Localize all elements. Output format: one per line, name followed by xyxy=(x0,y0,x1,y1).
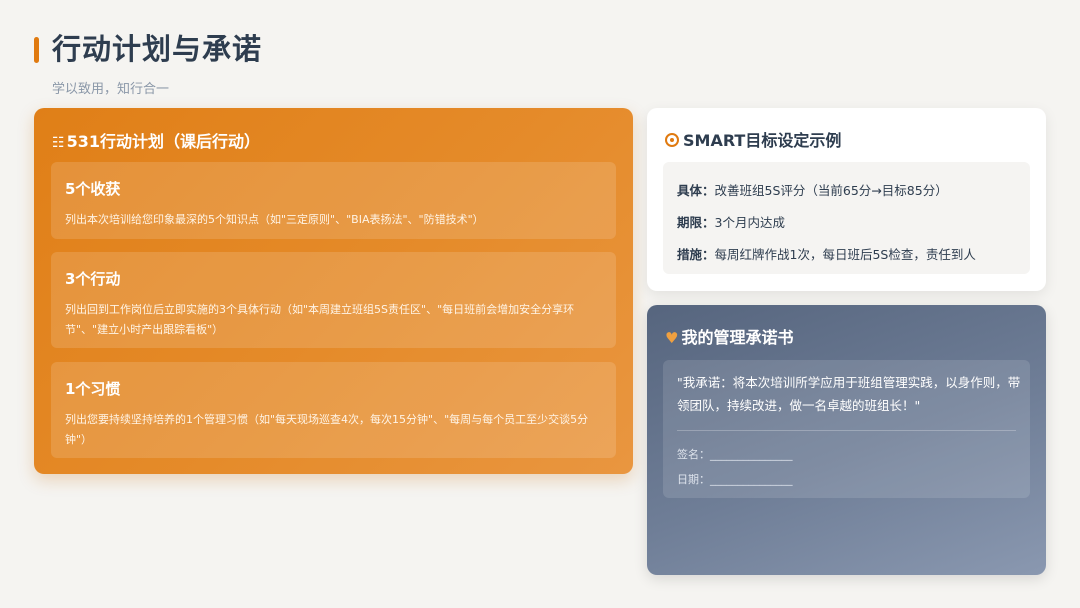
smart-row-label: 期限： xyxy=(677,215,715,230)
target-icon xyxy=(665,133,679,147)
list-icon: ☷ xyxy=(52,135,65,151)
plan-item-habit: 1个习惯 列出您要持续坚持培养的1个管理习惯（如"每天现场巡查4次，每次15分钟… xyxy=(51,362,616,458)
date-blank[interactable]: _______________ xyxy=(710,473,793,486)
signature-label: 签名： xyxy=(677,448,710,461)
smart-row-value: 每周红牌作战1次，每日班后5S检查，责任到人 xyxy=(714,247,976,262)
page-title: 行动计划与承诺 xyxy=(52,32,263,66)
page-subtitle: 学以致用，知行合一 xyxy=(52,82,170,97)
hand-heart-icon: ♥ xyxy=(665,329,679,347)
action-plan-title: 531行动计划（课后行动） xyxy=(66,132,260,151)
plan-item-desc: 列出您要持续坚持培养的1个管理习惯（如"每天现场巡查4次，每次15分钟"、"每周… xyxy=(65,413,589,446)
plan-item-desc: 列出回到工作岗位后立即实施的3个具体行动（如"本周建立班组5S责任区"、"每日班… xyxy=(65,303,575,336)
plan-item-title: 5个收获 xyxy=(65,180,121,198)
smart-row-value: 改善班组5S评分（当前65分→目标85分） xyxy=(714,183,948,198)
plan-item-harvest: 5个收获 列出本次培训给您印象最深的5个知识点（如"三定原则"、"BIA表扬法"… xyxy=(51,162,616,239)
commitment-box: "我承诺：将本次培训所学应用于班组管理实践，以身作则，带领团队，持续改进，做一名… xyxy=(663,360,1030,498)
signature-blank[interactable]: _______________ xyxy=(710,448,793,461)
date-label: 日期： xyxy=(677,473,710,486)
title-accent-bar xyxy=(34,37,39,63)
smart-row-measures: 措施：每周红牌作战1次，每日班后5S检查，责任到人 xyxy=(677,244,976,263)
plan-item-title: 3个行动 xyxy=(65,270,121,288)
action-plan-header: ☷ 531行动计划（课后行动） xyxy=(52,128,260,152)
plan-item-desc: 列出本次培训给您印象最深的5个知识点（如"三定原则"、"BIA表扬法"、"防错技… xyxy=(65,213,484,226)
plan-item-title: 1个习惯 xyxy=(65,380,121,398)
smart-row-value: 3个月内达成 xyxy=(714,215,785,230)
commitment-header: ♥ 我的管理承诺书 xyxy=(665,324,793,348)
commitment-title: 我的管理承诺书 xyxy=(681,328,794,347)
smart-example-box: 具体：改善班组5S评分（当前65分→目标85分） 期限：3个月内达成 措施：每周… xyxy=(663,162,1030,274)
signature-line[interactable]: 签名：_______________ xyxy=(677,446,793,462)
action-plan-card: ☷ 531行动计划（课后行动） 5个收获 列出本次培训给您印象最深的5个知识点（如… xyxy=(34,108,633,474)
smart-goal-card: SMART目标设定示例 具体：改善班组5S评分（当前65分→目标85分） 期限：… xyxy=(647,108,1046,291)
commitment-text: "我承诺：将本次培训所学应用于班组管理实践，以身作则，带领团队，持续改进，做一名… xyxy=(677,375,1021,413)
commitment-card: ♥ 我的管理承诺书 "我承诺：将本次培训所学应用于班组管理实践，以身作则，带领团队… xyxy=(647,305,1046,575)
divider xyxy=(677,430,1016,431)
plan-item-actions: 3个行动 列出回到工作岗位后立即实施的3个具体行动（如"本周建立班组5S责任区"… xyxy=(51,252,616,348)
smart-row-label: 措施： xyxy=(677,247,715,262)
date-line[interactable]: 日期：_______________ xyxy=(677,471,793,487)
smart-row-deadline: 期限：3个月内达成 xyxy=(677,212,785,231)
smart-row-label: 具体： xyxy=(677,183,715,198)
smart-title: SMART目标设定示例 xyxy=(683,131,842,150)
smart-header: SMART目标设定示例 xyxy=(665,127,841,151)
smart-row-specific: 具体：改善班组5S评分（当前65分→目标85分） xyxy=(677,180,948,199)
